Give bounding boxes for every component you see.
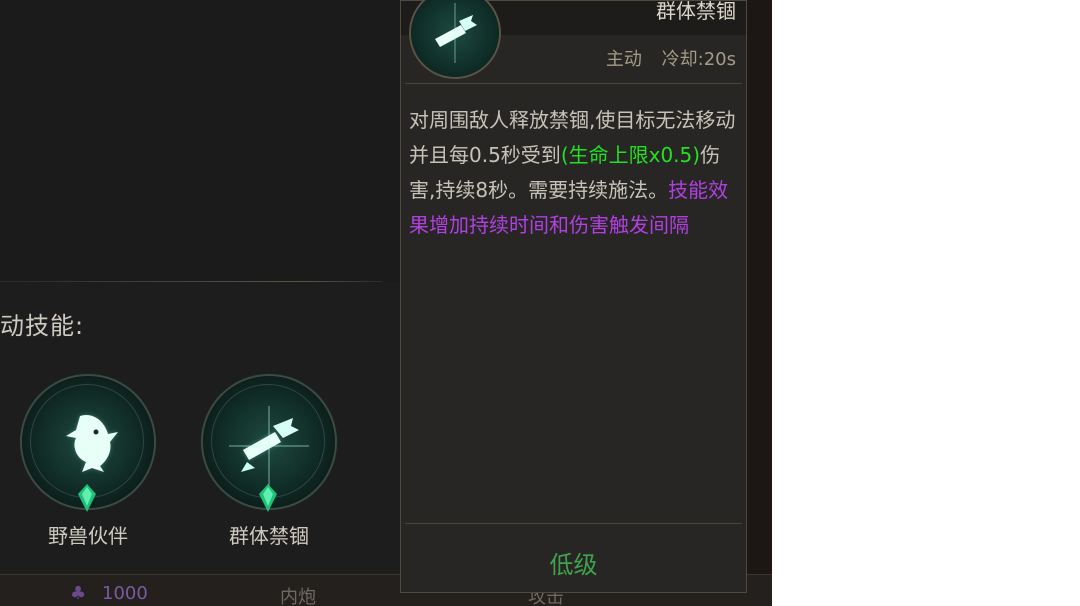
skill-type: 主动 <box>605 49 642 70</box>
skill-name: 群体禁锢 <box>229 524 309 548</box>
divider <box>405 83 742 84</box>
skill-description: 对周围敌人释放禁锢,使目标无法移动并且每0.5秒受到(生命上限x0.5)伤害,持… <box>409 103 737 243</box>
skill-panel-top <box>0 0 400 282</box>
currency-value: 1000 <box>102 583 148 604</box>
skill-meta: 主动 冷却:20s <box>592 45 736 71</box>
skill-slot-beast-companion[interactable] <box>22 376 154 512</box>
skill-grade: 低级 <box>549 551 598 579</box>
desc-highlight-green: (生命上限x0.5) <box>560 143 701 167</box>
divider <box>405 523 742 524</box>
skill-tooltip: 群体禁锢 主动 冷却:20s 对周围敌人释放禁锢,使目标无法移动并且每0.5秒受… <box>400 0 747 593</box>
game-screen: 动技能: 野兽伙伴 群体禁锢 ♣ 1000 内炮 攻击 群体禁锢 主动 冷却:2… <box>0 0 772 606</box>
shackle-icon <box>435 3 477 63</box>
divider <box>0 281 382 282</box>
tooltip-title: 群体禁锢 <box>656 0 736 23</box>
skill-slot-group-imprison[interactable] <box>203 376 335 512</box>
currency-icon: ♣ <box>70 583 87 604</box>
skill-name: 野兽伙伴 <box>48 524 128 548</box>
skill-cooldown: 冷却:20s <box>661 49 736 70</box>
gem-icon <box>78 484 96 512</box>
skill-panel: 动技能: 野兽伙伴 群体禁锢 <box>0 0 400 574</box>
skill-icon-frame <box>411 0 499 77</box>
section-label: 动技能: <box>0 312 85 340</box>
tab-inner[interactable]: 内炮 <box>280 583 316 606</box>
gem-icon <box>259 484 277 512</box>
